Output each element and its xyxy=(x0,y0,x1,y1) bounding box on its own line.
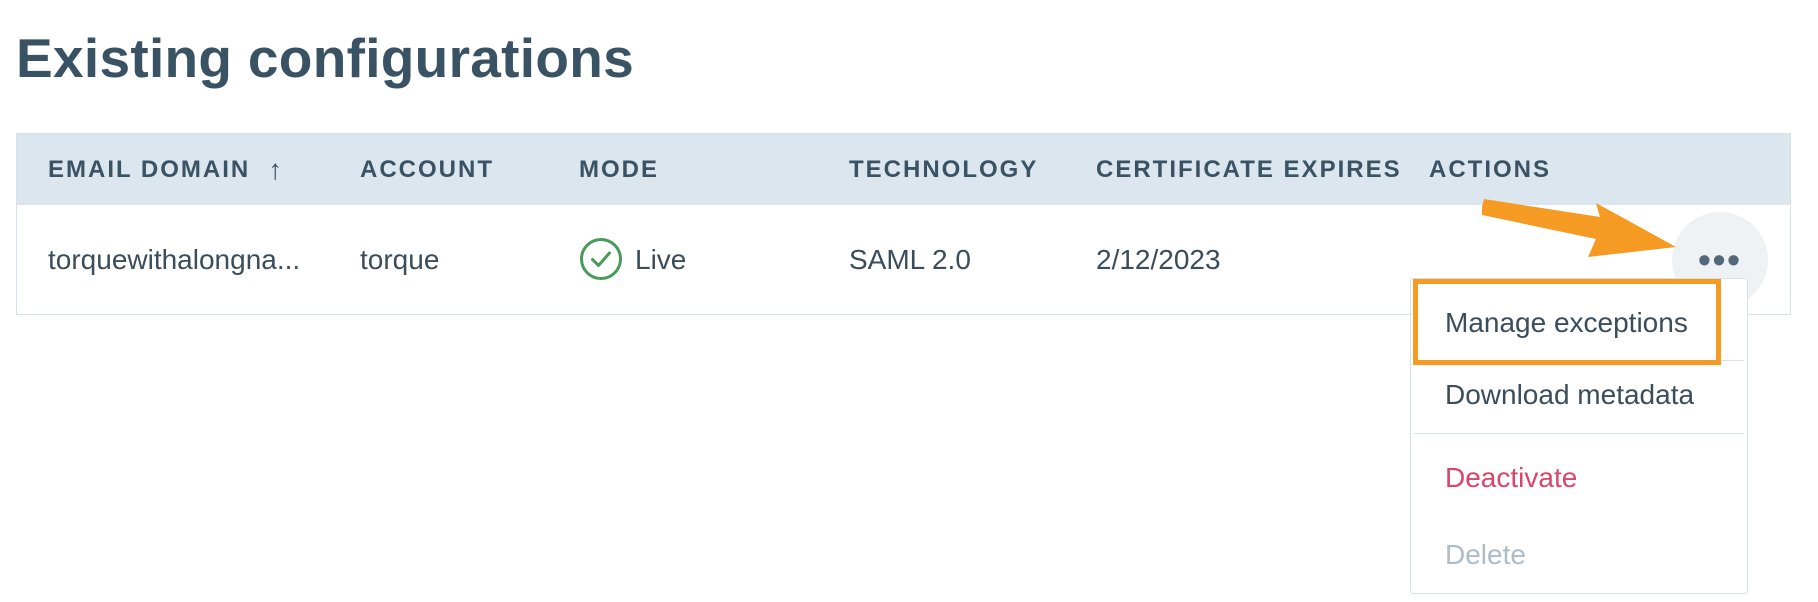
column-header-account[interactable]: ACCOUNT xyxy=(360,134,494,205)
page-title: Existing configurations xyxy=(16,27,635,89)
column-header-certificate-expires[interactable]: CERTIFICATE EXPIRES xyxy=(1096,134,1402,205)
mode-label: Live xyxy=(635,244,687,275)
cell-mode: Live xyxy=(579,205,686,315)
table-header: EMAIL DOMAIN ↑ ACCOUNT MODE TECHNOLOGY CE… xyxy=(17,134,1790,205)
menu-divider xyxy=(1414,360,1744,361)
menu-divider xyxy=(1414,433,1744,434)
menu-item-manage-exceptions[interactable]: Manage exceptions xyxy=(1411,307,1747,339)
menu-item-deactivate[interactable]: Deactivate xyxy=(1411,462,1747,494)
column-header-label: EMAIL DOMAIN xyxy=(48,156,251,183)
cell-account: torque xyxy=(360,244,440,275)
cell-email-domain: torquewithalongna... xyxy=(48,244,301,275)
column-header-email-domain[interactable]: EMAIL DOMAIN ↑ xyxy=(48,134,284,205)
cell-certificate-expires: 2/12/2023 xyxy=(1096,244,1221,275)
menu-item-download-metadata[interactable]: Download metadata xyxy=(1411,379,1747,411)
check-circle-icon xyxy=(580,237,622,280)
column-header-technology[interactable]: TECHNOLOGY xyxy=(849,134,1038,205)
column-header-actions: ACTIONS xyxy=(1429,156,1551,183)
menu-item-delete: Delete xyxy=(1445,539,1526,570)
cell-technology: SAML 2.0 xyxy=(849,244,971,275)
actions-dropdown-menu: Manage exceptions Download metadata Deac… xyxy=(1410,278,1748,594)
column-header-mode[interactable]: MODE xyxy=(579,134,659,205)
sort-ascending-icon[interactable]: ↑ xyxy=(268,134,284,205)
